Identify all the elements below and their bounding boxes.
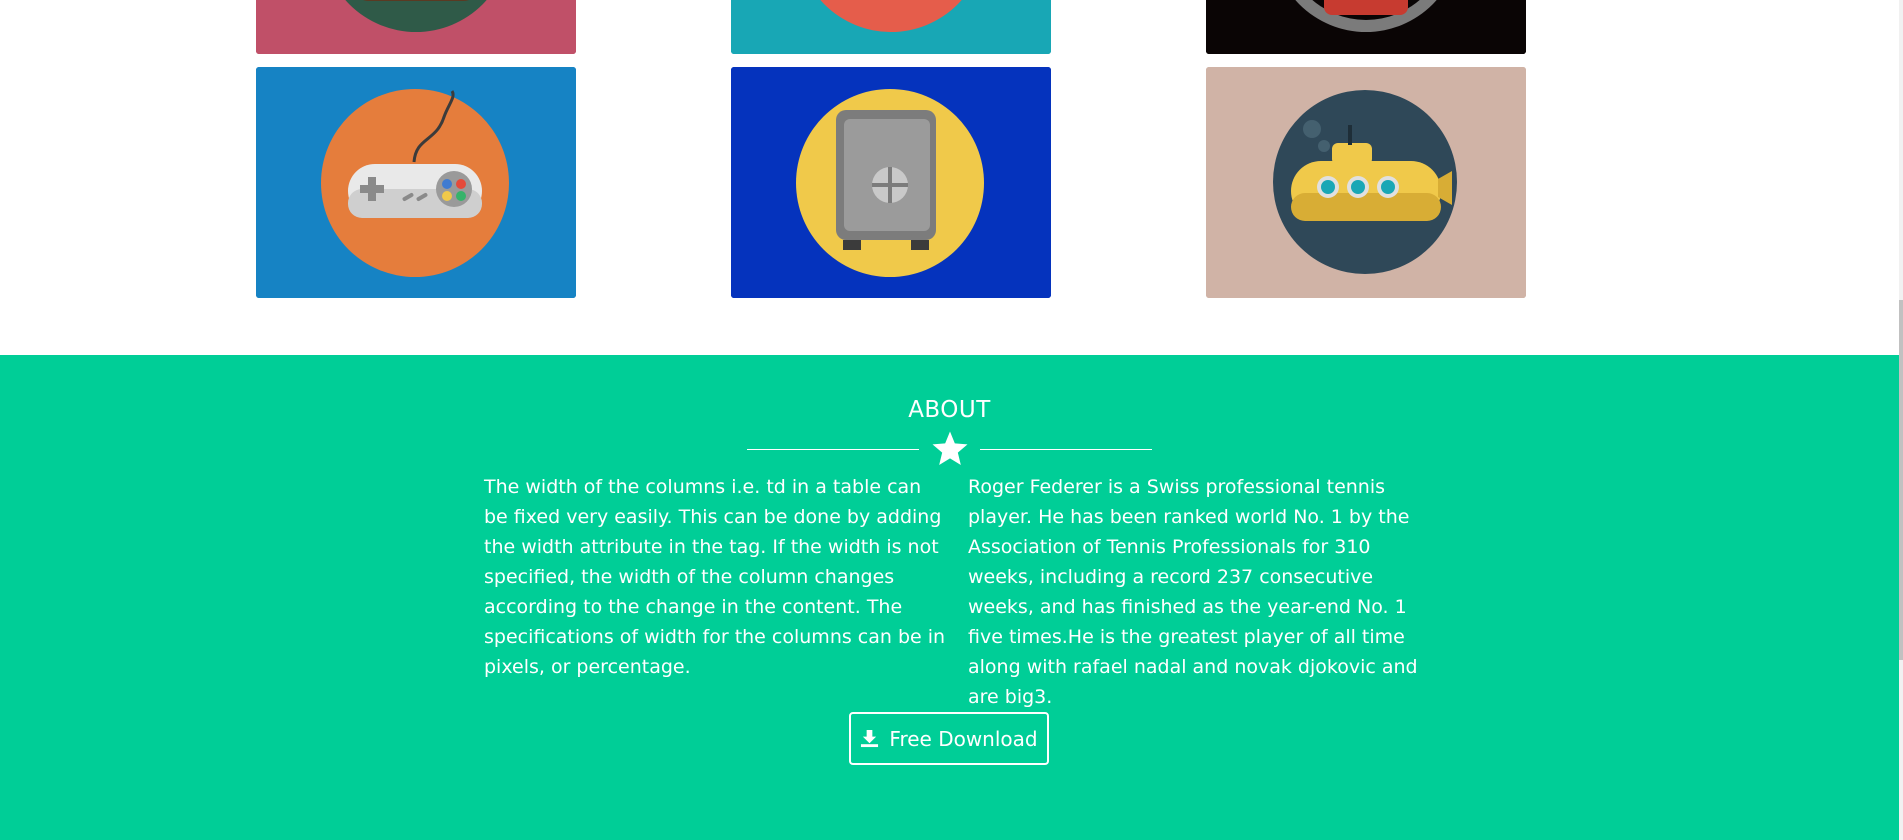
about-title: ABOUT — [908, 397, 991, 423]
download-icon — [861, 729, 879, 748]
gallery-card-tomato[interactable] — [731, 0, 1051, 54]
safe-icon — [731, 67, 1051, 298]
tomato-icon — [731, 0, 1051, 54]
submarine-icon — [1206, 67, 1526, 298]
gallery-card-game-controller[interactable] — [256, 67, 576, 298]
free-download-button[interactable]: Free Download — [849, 712, 1049, 765]
divider-line-right — [980, 449, 1152, 450]
about-text-right: Roger Federer is a Swiss professional te… — [968, 476, 1418, 708]
scrollbar-thumb[interactable] — [1899, 300, 1903, 660]
gallery-card-submarine[interactable] — [1206, 67, 1526, 298]
gallery-card-strawberry[interactable] — [256, 0, 576, 54]
about-text-left: The width of the columns i.e. td in a ta… — [484, 476, 946, 678]
gallery-card-car[interactable] — [1206, 0, 1526, 54]
divider-line-left — [747, 449, 919, 450]
strawberry-icon — [256, 0, 576, 54]
free-download-label: Free Download — [889, 726, 1038, 751]
gallery-card-safe[interactable] — [731, 67, 1051, 298]
game-controller-icon — [256, 67, 576, 298]
about-section: ABOUT The width of the columns i.e. td i… — [0, 355, 1899, 840]
car-icon — [1206, 0, 1526, 54]
star-icon — [932, 431, 968, 465]
